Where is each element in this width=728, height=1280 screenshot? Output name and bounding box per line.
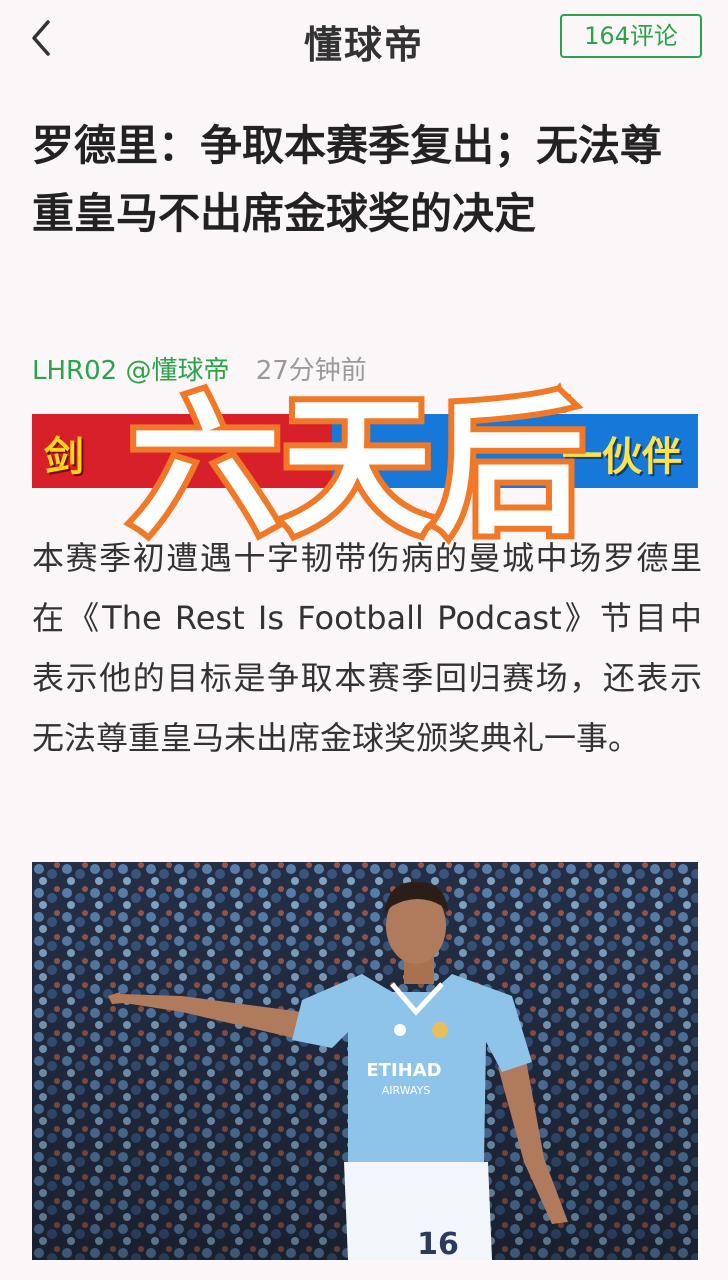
article-photo[interactable]: ETIHAD AIRWAYS 16	[32, 862, 698, 1260]
player-photo-illustration: ETIHAD AIRWAYS 16	[32, 862, 698, 1260]
jersey-sponsor: ETIHAD	[366, 1060, 441, 1081]
shirt-number: 16	[417, 1227, 459, 1260]
overlay-caption: 六天后	[124, 381, 590, 555]
banner-left-text: 剑	[44, 434, 84, 480]
article-body: 本赛季初遭遇十字韧带伤病的曼城中场罗德里在《The Rest Is Footba…	[32, 539, 702, 757]
jersey-sponsor-sub: AIRWAYS	[382, 1084, 431, 1097]
comments-button[interactable]: 164评论	[560, 14, 702, 58]
top-bar: 懂球帝 164评论	[0, 0, 728, 74]
article-title: 罗德里：争取本赛季复出；无法尊重皇马不出席金球奖的决定	[32, 121, 663, 238]
